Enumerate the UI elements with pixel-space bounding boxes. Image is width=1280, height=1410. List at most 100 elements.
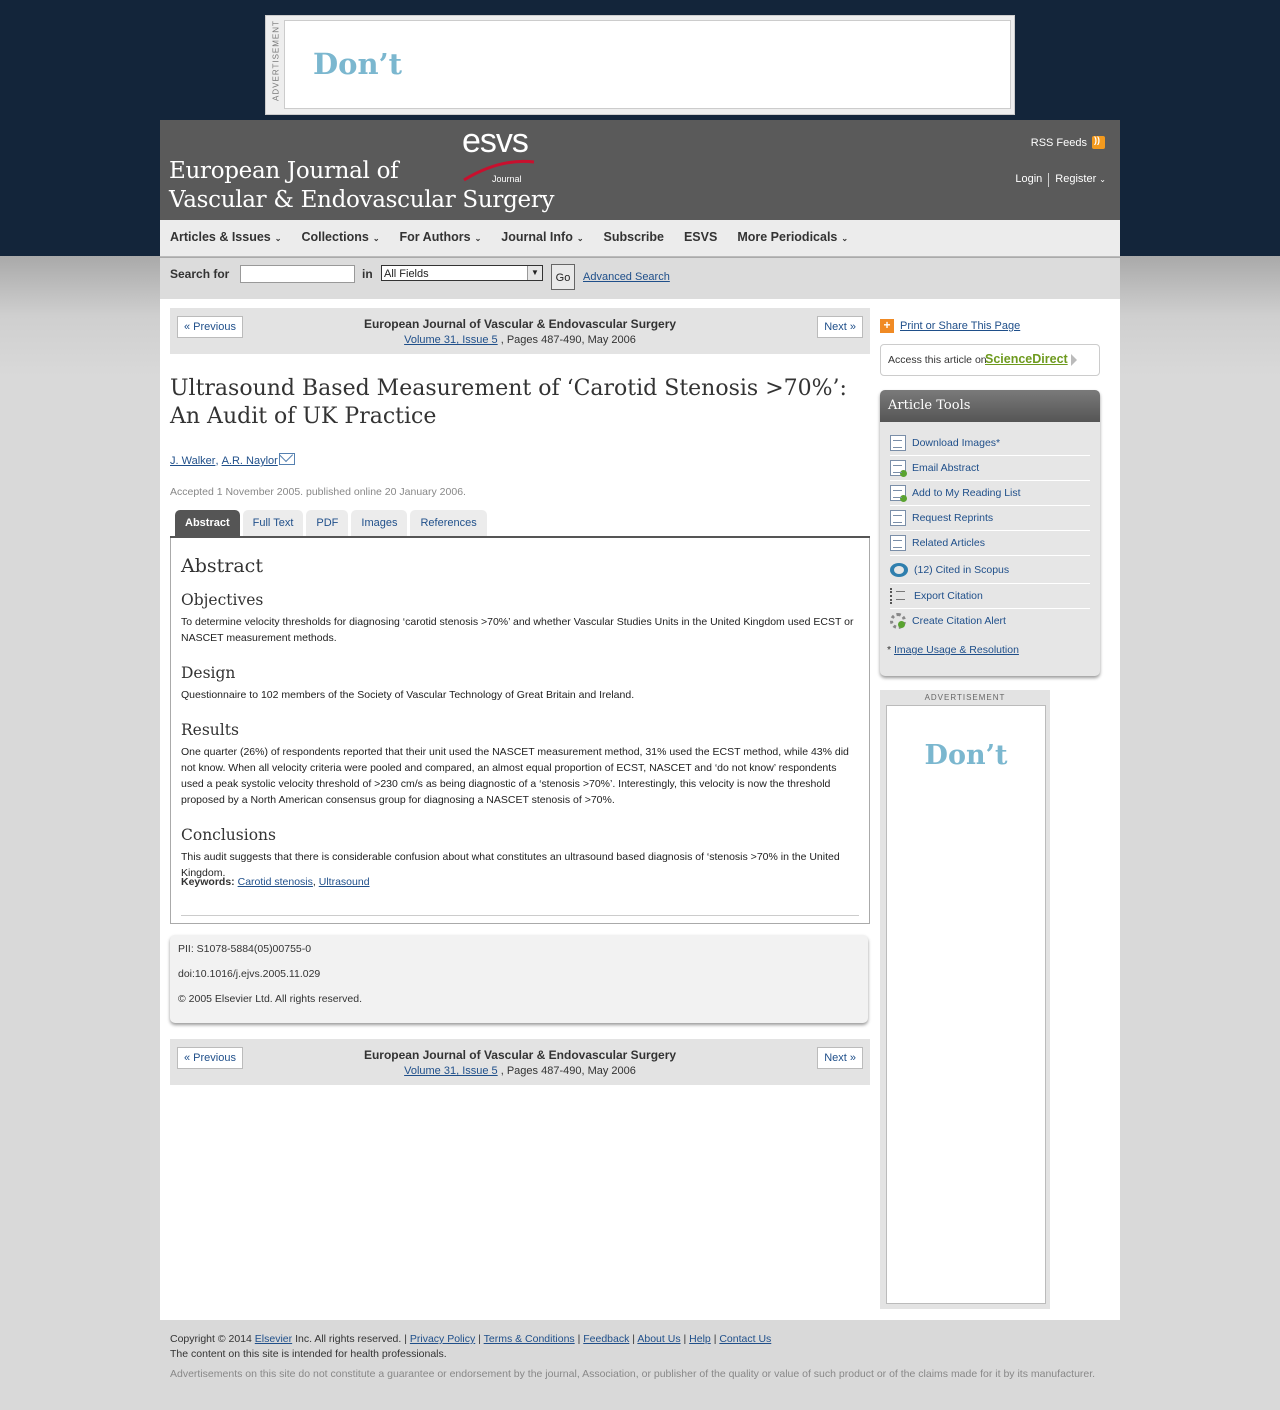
volume-issue-link[interactable]: Volume 31, Issue 5 [404,1065,498,1077]
journal-title: European Journal of Vascular & Endovascu… [363,1048,677,1062]
download-images-icon [890,434,906,451]
ad-label-container: ADVERTISEMENT [268,16,284,114]
email-icon [890,459,907,477]
nav-label: Articles & Issues [170,230,271,244]
dropdown-arrow-icon: ▼ [527,266,542,280]
ad-content[interactable]: Don’t [284,20,1011,109]
email-icon[interactable] [278,453,295,465]
contact-us-link[interactable]: Contact Us [719,1333,771,1345]
tool-label: Request Reprints [912,511,994,524]
article-nav-top: « Previous European Journal of Vascular … [170,308,870,354]
chevron-down-icon: ⌄ [274,234,282,243]
nav-label: ESVS [683,230,718,244]
search-field-select[interactable]: All Fields ▼ [381,265,543,281]
terms-link[interactable]: Terms & Conditions [484,1333,575,1345]
abstract-heading: Abstract [181,555,263,577]
keyword-link[interactable]: Carotid stenosis [238,876,313,888]
main-nav: Articles & Issues ⌄ Collections ⌄ For Auth… [160,220,1120,257]
footer-separator: | [577,1333,581,1345]
volume-info: Volume 31, Issue 5 , Pages 487-490, May … [170,334,870,346]
register-link[interactable]: Register ⌄ [1055,173,1106,187]
nav-label: For Authors [399,230,471,244]
results-text: One quarter (26%) of respondents reporte… [181,746,849,806]
privacy-policy-link[interactable]: Privacy Policy [410,1333,475,1345]
tool-cited-scopus[interactable]: (12) Cited in Scopus [890,556,1090,584]
register-label: Register [1055,173,1097,185]
article-title: Ultrasound Based Measurement of ‘Carotid… [170,376,847,429]
rss-feeds-link[interactable]: RSS Feeds [1030,135,1105,149]
volume-issue-link[interactable]: Volume 31, Issue 5 [404,334,498,346]
sciencedirect-access[interactable]: Access this article on ScienceDirect [880,344,1100,376]
ad-label: ADVERTISEMENT [924,693,1006,702]
volume-info: Volume 31, Issue 5 , Pages 487-490, May … [170,1065,870,1077]
footer-separator: | [683,1333,687,1345]
login-link[interactable]: Login [1015,173,1042,187]
rss-label: RSS Feeds [1030,136,1087,149]
nav-journal-info[interactable]: Journal Info ⌄ [491,220,593,256]
doi: doi:10.1016/j.ejvs.2005.11.029 [178,968,321,980]
sciencedirect-link[interactable]: ScienceDirect [985,352,1068,366]
chevron-down-icon: ⌄ [1099,175,1106,184]
main-content: « Previous European Journal of Vascular … [160,299,1120,1320]
tool-email-abstract[interactable]: Email Abstract [890,455,1090,481]
tool-related-articles[interactable]: Related Articles [890,530,1090,556]
tab-images[interactable]: Images [351,510,408,536]
sidebar-advertisement[interactable]: ADVERTISEMENT Don’t [880,690,1050,1309]
scopus-icon [890,562,908,577]
reading-list-icon [890,484,907,502]
nav-for-authors[interactable]: For Authors ⌄ [390,220,492,256]
tool-citation-alert[interactable]: Create Citation Alert [890,608,1090,633]
next-article-button[interactable]: Next » [817,316,863,338]
keywords-label: Keywords: [181,876,235,888]
search-input[interactable] [240,265,355,283]
article-tools: Article Tools Download Images* Email Abs… [880,390,1100,676]
elsevier-link[interactable]: Elsevier [255,1333,292,1345]
tab-references[interactable]: References [410,510,487,536]
nav-collections[interactable]: Collections ⌄ [291,220,389,256]
print-share-link[interactable]: + Print or Share This Page [880,319,1020,333]
author-link[interactable]: A.R. Naylor [222,455,278,467]
divider [1048,173,1050,187]
tool-add-reading-list[interactable]: Add to My Reading List [890,480,1090,506]
conclusions-heading: Conclusions [181,826,276,844]
image-usage: * Image Usage & Resolution [887,644,1019,656]
tab-full-text[interactable]: Full Text [242,510,304,536]
nav-subscribe[interactable]: Subscribe [594,220,674,256]
tab-abstract[interactable]: Abstract [175,510,240,536]
tool-label: Add to My Reading List [912,486,1021,499]
top-advertisement[interactable]: ADVERTISEMENT Don’t [265,15,1015,115]
about-us-link[interactable]: About Us [637,1333,680,1345]
site-header: European Journal of Vascular & Endovascu… [160,120,1120,220]
image-usage-link[interactable]: Image Usage & Resolution [894,644,1019,656]
journal-logo-line1[interactable]: European Journal of [169,158,399,184]
objectives-text: To determine velocity thresholds for dia… [181,616,854,644]
rss-icon [1092,135,1105,149]
journal-title: European Journal of Vascular & Endovascu… [363,317,677,331]
author-link[interactable]: J. Walker [170,455,215,467]
tab-pdf[interactable]: PDF [306,510,349,536]
footer-separator: | [713,1333,717,1345]
tool-request-reprints[interactable]: Request Reprints [890,505,1090,531]
tool-export-citation[interactable]: Export Citation [890,583,1090,609]
nav-articles-issues[interactable]: Articles & Issues ⌄ [160,220,291,256]
help-link[interactable]: Help [689,1333,711,1345]
journal-logo-line2[interactable]: Vascular & Endovascular Surgery [169,187,555,213]
esvs-logo[interactable]: esvs Journal [460,122,540,186]
feedback-link[interactable]: Feedback [583,1333,629,1345]
footer-separator: | [404,1333,407,1345]
search-bar: Search for in All Fields ▼ Go Advanced S… [160,258,1120,299]
advanced-search-link[interactable]: Advanced Search [583,271,670,283]
footer-separator: | [632,1333,636,1345]
nav-esvs[interactable]: ESVS [674,220,727,256]
citation-alert-icon [890,612,906,629]
pages-info: , Pages 487-490, May 2006 [500,1065,636,1077]
nav-more-periodicals[interactable]: More Periodicals ⌄ [727,220,858,256]
ad-content[interactable]: Don’t [886,705,1046,1304]
next-article-button[interactable]: Next » [817,1047,863,1069]
search-go-button[interactable]: Go [551,264,575,290]
pii: PII: S1078-5884(05)00755-0 [178,943,312,955]
tool-download-images[interactable]: Download Images* [890,430,1090,456]
keywords: Keywords: Carotid stenosis, Ultrasound [181,876,370,888]
design-heading: Design [181,664,236,682]
keyword-link[interactable]: Ultrasound [319,876,370,888]
